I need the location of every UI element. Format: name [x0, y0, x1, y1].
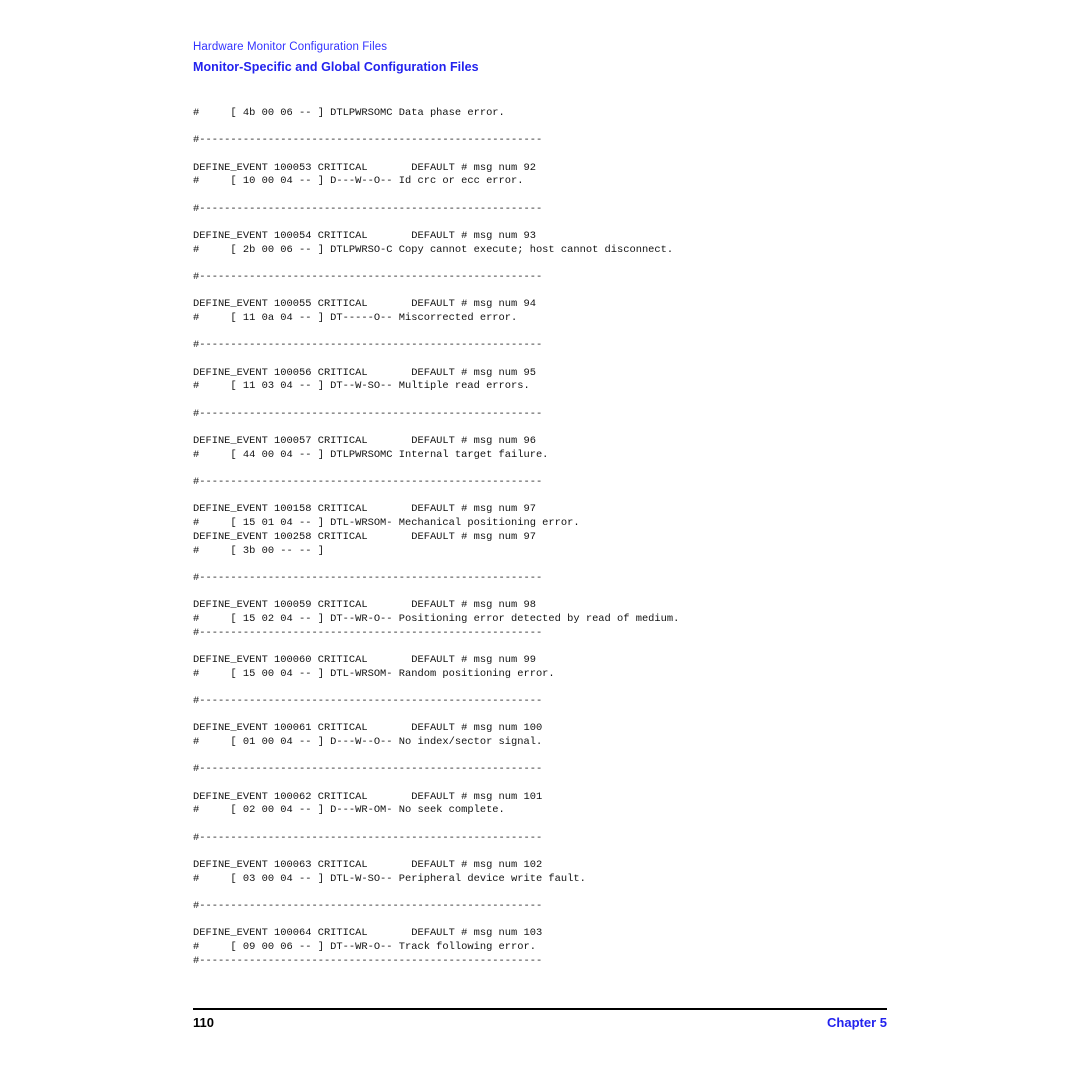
listing-line: DEFINE_EVENT 100061 CRITICAL DEFAULT # m… [193, 722, 543, 735]
listing-line: DEFINE_EVENT 100063 CRITICAL DEFAULT # m… [193, 858, 543, 871]
listing-line: DEFINE_EVENT 100055 CRITICAL DEFAULT # m… [193, 298, 536, 311]
listing-blank-line [193, 845, 993, 859]
listing-line: # [ 3b 00 -- -- ] [193, 544, 324, 557]
listing-blank-line [193, 777, 993, 791]
listing-line: DEFINE_EVENT 100056 CRITICAL DEFAULT # m… [193, 366, 536, 379]
running-head: Hardware Monitor Configuration Files [193, 41, 388, 53]
listing-line: # [ 09 00 06 -- ] DT--WR-O-- Track follo… [193, 940, 536, 953]
listing-separator-line: #---------------------------------------… [193, 763, 543, 776]
footer-divider [193, 1008, 887, 1010]
listing-blank-line [193, 189, 993, 203]
page-number: 110 [193, 1015, 214, 1030]
listing-blank-line [193, 586, 993, 600]
listing-blank-line [193, 750, 993, 764]
listing-line: # [ 15 02 04 -- ] DT--WR-O-- Positioning… [193, 612, 680, 625]
listing-blank-line [193, 914, 993, 928]
listing-blank-line [193, 558, 993, 572]
listing-line: # [ 03 00 04 -- ] DTL-W-SO-- Peripheral … [193, 872, 586, 885]
listing-blank-line [193, 257, 993, 271]
listing-separator-line: #---------------------------------------… [193, 202, 543, 215]
listing-blank-line [193, 818, 993, 832]
listing-separator-line: #---------------------------------------… [193, 271, 543, 284]
listing-blank-line [193, 285, 993, 299]
listing-separator-line: #---------------------------------------… [193, 626, 543, 639]
listing-line: # [ 44 00 04 -- ] DTLPWRSOMC Internal ta… [193, 448, 549, 461]
listing-line: # [ 4b 00 06 -- ] DTLPWRSOMC Data phase … [193, 107, 505, 119]
listing-line: # [ 11 0a 04 -- ] DT-----O-- Miscorrecte… [193, 312, 518, 325]
page-footer: 110 Chapter 5 [193, 1015, 887, 1030]
listing-separator-line: #---------------------------------------… [193, 694, 543, 707]
listing-line: # [ 2b 00 06 -- ] DTLPWRSO-C Copy cannot… [193, 243, 674, 256]
listing-separator-line: #---------------------------------------… [193, 134, 543, 147]
listing-blank-line [193, 462, 993, 476]
listing-blank-line [193, 326, 993, 340]
page-header: Hardware Monitor Configuration Files Mon… [193, 40, 893, 75]
listing-line: DEFINE_EVENT 100062 CRITICAL DEFAULT # m… [193, 790, 543, 803]
listing-line: DEFINE_EVENT 100057 CRITICAL DEFAULT # m… [193, 435, 536, 448]
code-listing: # [ 4b 00 06 -- ] DTLPWRSOMC Data phase … [193, 107, 993, 968]
listing-separator-line: #---------------------------------------… [193, 476, 543, 489]
listing-line: DEFINE_EVENT 100158 CRITICAL DEFAULT # m… [193, 503, 536, 516]
listing-blank-line [193, 421, 993, 435]
listing-blank-line [193, 394, 993, 408]
listing-separator-line: #---------------------------------------… [193, 571, 543, 584]
listing-line: DEFINE_EVENT 100054 CRITICAL DEFAULT # m… [193, 230, 536, 243]
listing-line: # [ 10 00 04 -- ] D---W--O-- Id crc or e… [193, 175, 524, 188]
listing-line: DEFINE_EVENT 100053 CRITICAL DEFAULT # m… [193, 161, 536, 174]
section-title: Monitor-Specific and Global Configuratio… [193, 60, 479, 74]
document-page: Hardware Monitor Configuration Files Mon… [0, 0, 1080, 1080]
listing-separator-line: #---------------------------------------… [193, 899, 543, 912]
listing-separator-line: #---------------------------------------… [193, 339, 543, 352]
listing-blank-line [193, 216, 993, 230]
listing-separator-line: #---------------------------------------… [193, 954, 543, 967]
listing-blank-line [193, 121, 993, 135]
listing-blank-line [193, 640, 993, 654]
listing-blank-line [193, 681, 993, 695]
listing-line: DEFINE_EVENT 100258 CRITICAL DEFAULT # m… [193, 530, 536, 543]
listing-line: DEFINE_EVENT 100064 CRITICAL DEFAULT # m… [193, 927, 543, 940]
listing-blank-line [193, 148, 993, 162]
listing-line: # [ 01 00 04 -- ] D---W--O-- No index/se… [193, 735, 543, 748]
listing-blank-line [193, 490, 993, 504]
listing-blank-line [193, 353, 993, 367]
listing-line: # [ 15 00 04 -- ] DTL-WRSOM- Random posi… [193, 667, 555, 680]
listing-separator-line: #---------------------------------------… [193, 407, 543, 420]
listing-blank-line [193, 709, 993, 723]
listing-line: # [ 11 03 04 -- ] DT--W-SO-- Multiple re… [193, 380, 530, 393]
listing-line: # [ 15 01 04 -- ] DTL-WRSOM- Mechanical … [193, 517, 580, 530]
listing-separator-line: #---------------------------------------… [193, 831, 543, 844]
listing-line: # [ 02 00 04 -- ] D---WR-OM- No seek com… [193, 804, 505, 817]
listing-line: DEFINE_EVENT 100060 CRITICAL DEFAULT # m… [193, 653, 536, 666]
chapter-label: Chapter 5 [827, 1015, 887, 1030]
listing-blank-line [193, 886, 993, 900]
listing-line: DEFINE_EVENT 100059 CRITICAL DEFAULT # m… [193, 599, 536, 612]
